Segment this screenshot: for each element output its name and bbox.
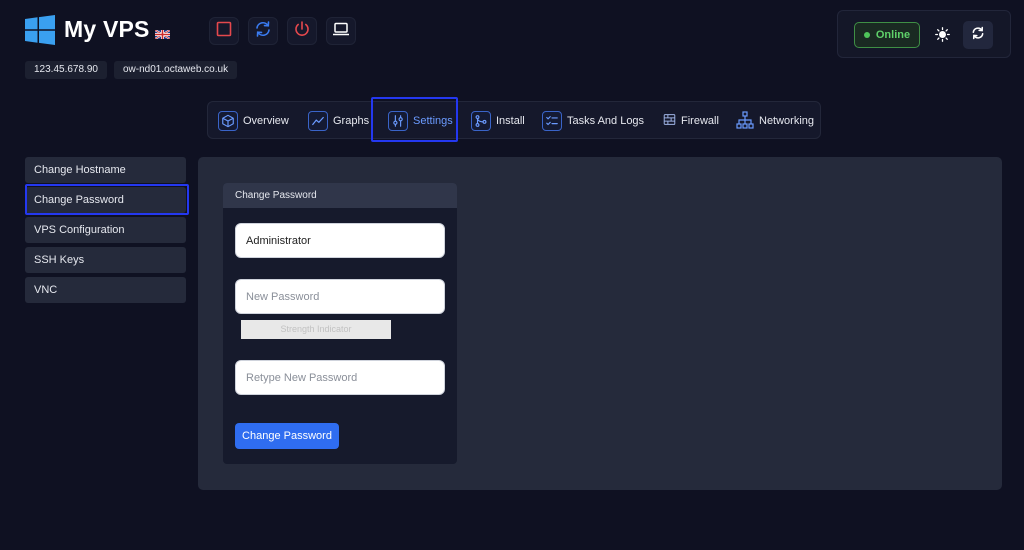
sun-icon bbox=[935, 27, 950, 46]
status-label: Online bbox=[875, 29, 911, 41]
tab-firewall[interactable]: Firewall bbox=[663, 102, 719, 140]
git-merge-icon bbox=[471, 111, 491, 131]
sidebar-item-change-hostname[interactable]: Change Hostname bbox=[25, 157, 186, 183]
hostname-chip: ow-nd01.octaweb.co.uk bbox=[114, 61, 238, 79]
status-badge: Online bbox=[854, 22, 920, 48]
checklist-icon bbox=[542, 111, 562, 131]
laptop-icon bbox=[332, 21, 350, 42]
uk-flag-icon[interactable] bbox=[154, 26, 171, 40]
network-icon bbox=[736, 110, 754, 132]
refresh-button[interactable] bbox=[963, 21, 993, 49]
restart-icon bbox=[254, 20, 272, 43]
tab-bar: Overview Graphs Settings Install Tasks A… bbox=[207, 101, 821, 139]
line-chart-icon bbox=[308, 111, 328, 131]
sidebar-item-vps-configuration[interactable]: VPS Configuration bbox=[25, 217, 186, 243]
stop-square-icon bbox=[216, 21, 232, 42]
tab-networking[interactable]: Networking bbox=[736, 102, 814, 140]
card-title: Change Password bbox=[223, 183, 457, 208]
sidebar-item-ssh-keys[interactable]: SSH Keys bbox=[25, 247, 186, 273]
theme-toggle[interactable] bbox=[935, 27, 950, 47]
console-button[interactable] bbox=[326, 17, 356, 45]
sidebar-item-vnc[interactable]: VNC bbox=[25, 277, 186, 303]
retype-password-field[interactable] bbox=[235, 360, 445, 395]
windows-logo-icon bbox=[25, 15, 55, 45]
tab-install[interactable]: Install bbox=[471, 102, 525, 140]
stop-button[interactable] bbox=[209, 17, 239, 45]
strength-indicator: Strength Indicator bbox=[241, 320, 391, 339]
new-password-field[interactable] bbox=[235, 279, 445, 314]
restart-button[interactable] bbox=[248, 17, 278, 45]
firewall-icon bbox=[663, 113, 676, 129]
cube-icon bbox=[218, 111, 238, 131]
tab-overview[interactable]: Overview bbox=[218, 102, 289, 140]
tab-tasks-and-logs[interactable]: Tasks And Logs bbox=[542, 102, 644, 140]
power-icon bbox=[293, 20, 311, 43]
page-title: My VPS bbox=[64, 16, 150, 42]
sidebar-item-change-password[interactable]: Change Password bbox=[25, 187, 186, 213]
refresh-icon bbox=[971, 26, 985, 45]
tab-settings[interactable]: Settings bbox=[388, 102, 453, 140]
ip-address-chip: 123.45.678.90 bbox=[25, 61, 107, 79]
power-button[interactable] bbox=[287, 17, 317, 45]
status-card: Online bbox=[837, 10, 1011, 58]
username-field[interactable] bbox=[235, 223, 445, 258]
status-dot-icon bbox=[863, 32, 870, 38]
change-password-button[interactable]: Change Password bbox=[235, 423, 339, 449]
sliders-icon bbox=[388, 111, 408, 131]
tab-graphs[interactable]: Graphs bbox=[308, 102, 369, 140]
change-password-card: Change Password Strength Indicator Chang… bbox=[223, 183, 457, 464]
